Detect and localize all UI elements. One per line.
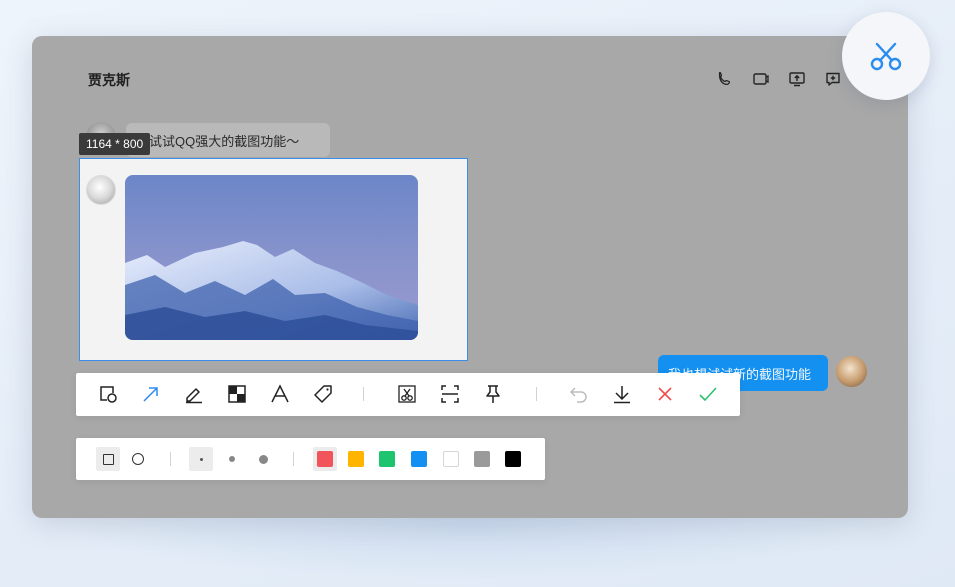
dot-large-icon bbox=[258, 454, 268, 464]
pin-tool-icon[interactable] bbox=[482, 383, 504, 405]
scissors-icon bbox=[870, 42, 902, 71]
chat-title: 贾克斯 bbox=[88, 72, 130, 88]
scan-tool-icon[interactable] bbox=[439, 383, 461, 405]
screenshot-button[interactable] bbox=[842, 12, 930, 100]
rectangle-tool-icon[interactable] bbox=[97, 383, 119, 405]
toolbar-divider bbox=[536, 387, 537, 401]
shape-square-option[interactable] bbox=[96, 447, 120, 471]
add-chat-icon[interactable] bbox=[824, 70, 842, 88]
screen-share-icon[interactable] bbox=[788, 70, 806, 88]
shape-circle-option[interactable] bbox=[126, 447, 150, 471]
pen-tool-icon[interactable] bbox=[183, 383, 205, 405]
dot-medium-icon bbox=[229, 456, 235, 462]
dot-small-icon bbox=[199, 457, 203, 461]
square-icon bbox=[102, 453, 114, 465]
toolbar-divider bbox=[363, 387, 364, 401]
size-large-option[interactable] bbox=[251, 447, 275, 471]
color-swatch-gray[interactable] bbox=[470, 447, 494, 471]
color-swatch-red[interactable] bbox=[313, 447, 337, 471]
phone-icon[interactable] bbox=[716, 70, 734, 88]
mountain-image bbox=[125, 175, 418, 340]
incoming-message: 来试试QQ强大的截图功能～ bbox=[126, 123, 330, 157]
video-icon[interactable] bbox=[752, 70, 770, 88]
mosaic-tool-icon[interactable] bbox=[226, 383, 248, 405]
color-swatch-yellow[interactable] bbox=[344, 447, 368, 471]
arrow-tool-icon[interactable] bbox=[140, 383, 162, 405]
color-swatch-green[interactable] bbox=[375, 447, 399, 471]
circle-icon bbox=[132, 453, 144, 465]
cancel-icon[interactable] bbox=[654, 383, 676, 405]
selection-size-label: 1164 * 800 bbox=[79, 133, 151, 155]
size-medium-option[interactable] bbox=[220, 447, 244, 471]
confirm-icon[interactable] bbox=[697, 383, 719, 405]
undo-icon[interactable] bbox=[568, 383, 590, 405]
text-tool-icon[interactable] bbox=[269, 383, 291, 405]
header-actions bbox=[716, 70, 842, 88]
toolbar-divider bbox=[293, 452, 294, 466]
avatar bbox=[86, 175, 116, 205]
size-small-option[interactable] bbox=[189, 447, 213, 471]
toolbar-divider bbox=[170, 452, 171, 466]
tag-tool-icon[interactable] bbox=[312, 383, 334, 405]
avatar bbox=[836, 356, 867, 387]
screenshot-capture-icon[interactable] bbox=[396, 383, 418, 405]
color-swatch-blue[interactable] bbox=[407, 447, 431, 471]
download-icon[interactable] bbox=[611, 383, 633, 405]
style-toolbar bbox=[76, 438, 545, 480]
color-swatch-white[interactable] bbox=[439, 447, 463, 471]
color-swatch-black[interactable] bbox=[501, 447, 525, 471]
screenshot-toolbar bbox=[76, 373, 740, 416]
